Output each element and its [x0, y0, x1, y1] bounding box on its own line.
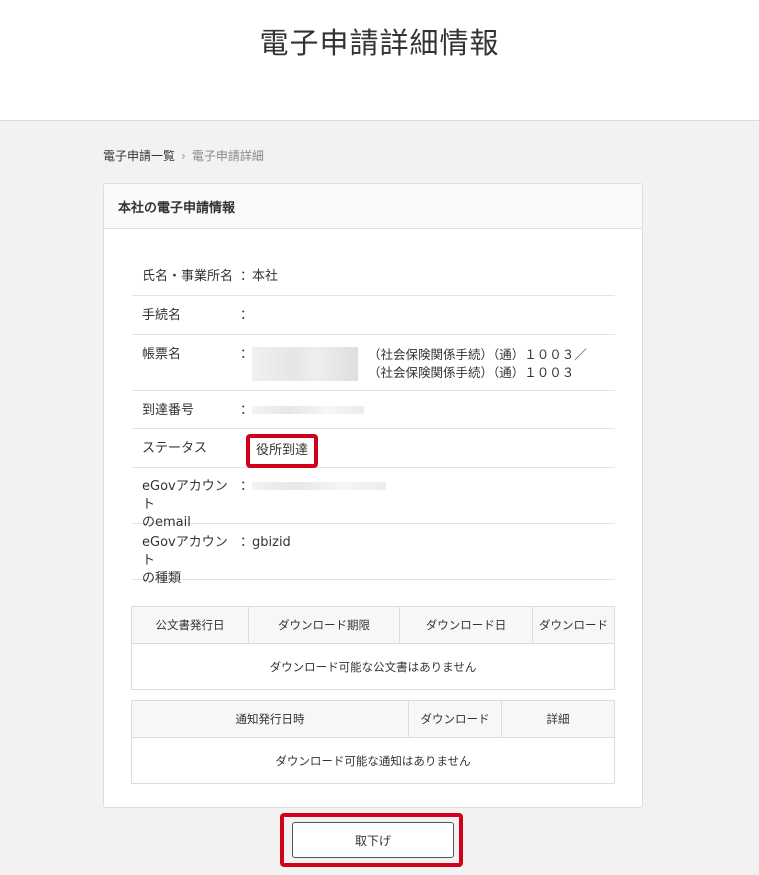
info-colon: ：	[240, 479, 254, 494]
info-value-status: 役所到達	[246, 434, 615, 468]
documents-empty-message: ダウンロード可能な公文書はありません	[131, 643, 615, 690]
form-value-line1: （社会保険関係手続）（通）１００３／	[368, 347, 587, 362]
page-header: 電子申請詳細情報	[0, 0, 759, 121]
card-title: 本社の電子申請情報	[104, 184, 642, 229]
info-value-name: 本社	[252, 269, 279, 284]
notices-table: 通知発行日時 ダウンロード 詳細 ダウンロード可能な通知はありません	[131, 700, 615, 784]
form-value-line2: （社会保険関係手続）（通）１００３	[368, 365, 575, 380]
info-label: eGovアカウント の種類	[132, 534, 240, 588]
breadcrumb-link-list[interactable]: 電子申請一覧	[103, 147, 175, 164]
info-row-arrival: 到達番号 ：	[132, 391, 615, 429]
info-label-line2: の種類	[142, 571, 182, 586]
redacted-strip	[252, 406, 364, 414]
info-value-form: （社会保険関係手続）（通）１００３／ （社会保険関係手続）（通）１００３	[252, 346, 615, 382]
breadcrumb: 電子申請一覧 › 電子申請詳細	[103, 147, 264, 164]
info-colon: ：	[240, 308, 254, 323]
form-value-text: （社会保険関係手続）（通）１００３／ （社会保険関係手続）（通）１００３	[368, 346, 587, 382]
info-row-procedure: 手続名 ：	[132, 296, 615, 335]
documents-header-download-date: ダウンロード日	[399, 606, 533, 644]
info-label: 帳票名	[142, 347, 182, 362]
documents-header-issue-date: 公文書発行日	[131, 606, 249, 644]
info-label: 手続名	[142, 308, 182, 323]
page-title: 電子申請詳細情報	[259, 26, 500, 60]
breadcrumb-separator-icon: ›	[181, 148, 186, 163]
info-label: eGovアカウント のemail	[132, 478, 240, 532]
info-colon: ：	[240, 269, 254, 284]
notices-header-issue-datetime: 通知発行日時	[131, 700, 409, 738]
info-colon: ：	[240, 403, 254, 418]
info-label: 到達番号	[142, 403, 195, 418]
info-label-line2: のemail	[142, 515, 191, 530]
documents-header-download: ダウンロード	[532, 606, 615, 644]
info-table: 氏名・事業所名 ： 本社 手続名 ： 帳票名 ： （社会保険関係手続）（通）１０…	[132, 258, 615, 586]
documents-table: 公文書発行日 ダウンロード期限 ダウンロード日 ダウンロード ダウンロード可能な…	[131, 606, 615, 690]
redacted-block	[252, 347, 358, 381]
info-colon: ：	[240, 535, 254, 550]
application-info-card: 本社の電子申請情報 氏名・事業所名 ： 本社 手続名 ： 帳票名 ： （社会保険…	[103, 183, 643, 808]
info-row-name: 氏名・事業所名 ： 本社	[132, 258, 615, 296]
info-row-form: 帳票名 ： （社会保険関係手続）（通）１００３／ （社会保険関係手続）（通）１０…	[132, 335, 615, 391]
notices-header-download: ダウンロード	[408, 700, 502, 738]
notices-header-detail: 詳細	[501, 700, 615, 738]
info-row-status: ステータス ： 役所到達	[132, 429, 615, 468]
info-value-egov-type: gbizid	[252, 535, 291, 550]
withdraw-button[interactable]: 取下げ	[292, 822, 454, 858]
info-value-egov-email	[252, 478, 615, 496]
info-row-egov-type: eGovアカウント の種類 ： gbizid	[132, 524, 615, 586]
info-value-arrival	[252, 402, 615, 420]
info-colon: ：	[240, 347, 254, 362]
info-label-line1: eGovアカウント	[142, 479, 228, 512]
info-row-egov-email: eGovアカウント のemail ：	[132, 468, 615, 530]
notices-empty-message: ダウンロード可能な通知はありません	[131, 737, 615, 784]
breadcrumb-current: 電子申請詳細	[191, 149, 264, 163]
info-label: ステータス	[142, 441, 208, 456]
redacted-strip	[252, 482, 386, 490]
status-badge: 役所到達	[246, 434, 319, 468]
info-label: 氏名・事業所名	[142, 269, 234, 284]
documents-header-download-deadline: ダウンロード期限	[248, 606, 400, 644]
info-label-line1: eGovアカウント	[142, 535, 228, 568]
